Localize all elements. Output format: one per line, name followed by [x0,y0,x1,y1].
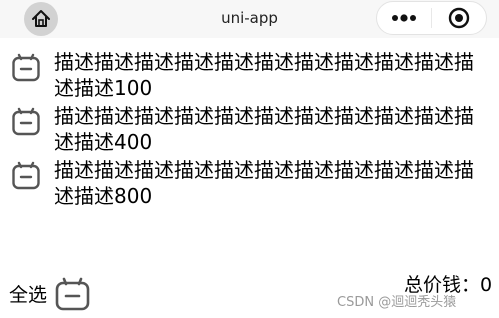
checkbox-icon[interactable] [12,161,40,191]
checkbox-icon[interactable] [12,53,40,83]
checkbox-icon[interactable] [12,107,40,137]
watermark: CSDN @迴迴秃头猿 [337,295,457,310]
more-menu-button[interactable] [377,2,431,34]
capsule-menu [376,1,487,35]
navigation-bar: uni-app [0,0,499,38]
item-description: 描述描述描述描述描述描述描述描述描述描述描述描述400 [54,104,474,154]
select-all-label: 全选 [9,284,48,306]
select-all-checkbox-icon[interactable] [55,277,91,311]
item-description: 描述描述描述描述描述描述描述描述描述描述描述描述800 [54,158,474,208]
list-item[interactable]: 描述描述描述描述描述描述描述描述描述描述描述描述800 [12,157,492,209]
target-circle-icon [448,7,470,29]
list-item[interactable]: 描述描述描述描述描述描述描述描述描述描述描述描述100 [12,49,492,101]
list-item[interactable]: 描述描述描述描述描述描述描述描述描述描述描述描述400 [12,103,492,155]
close-miniprogram-button[interactable] [432,2,486,34]
item-description: 描述描述描述描述描述描述描述描述描述描述描述描述100 [54,50,474,100]
more-dots-icon [392,14,416,22]
